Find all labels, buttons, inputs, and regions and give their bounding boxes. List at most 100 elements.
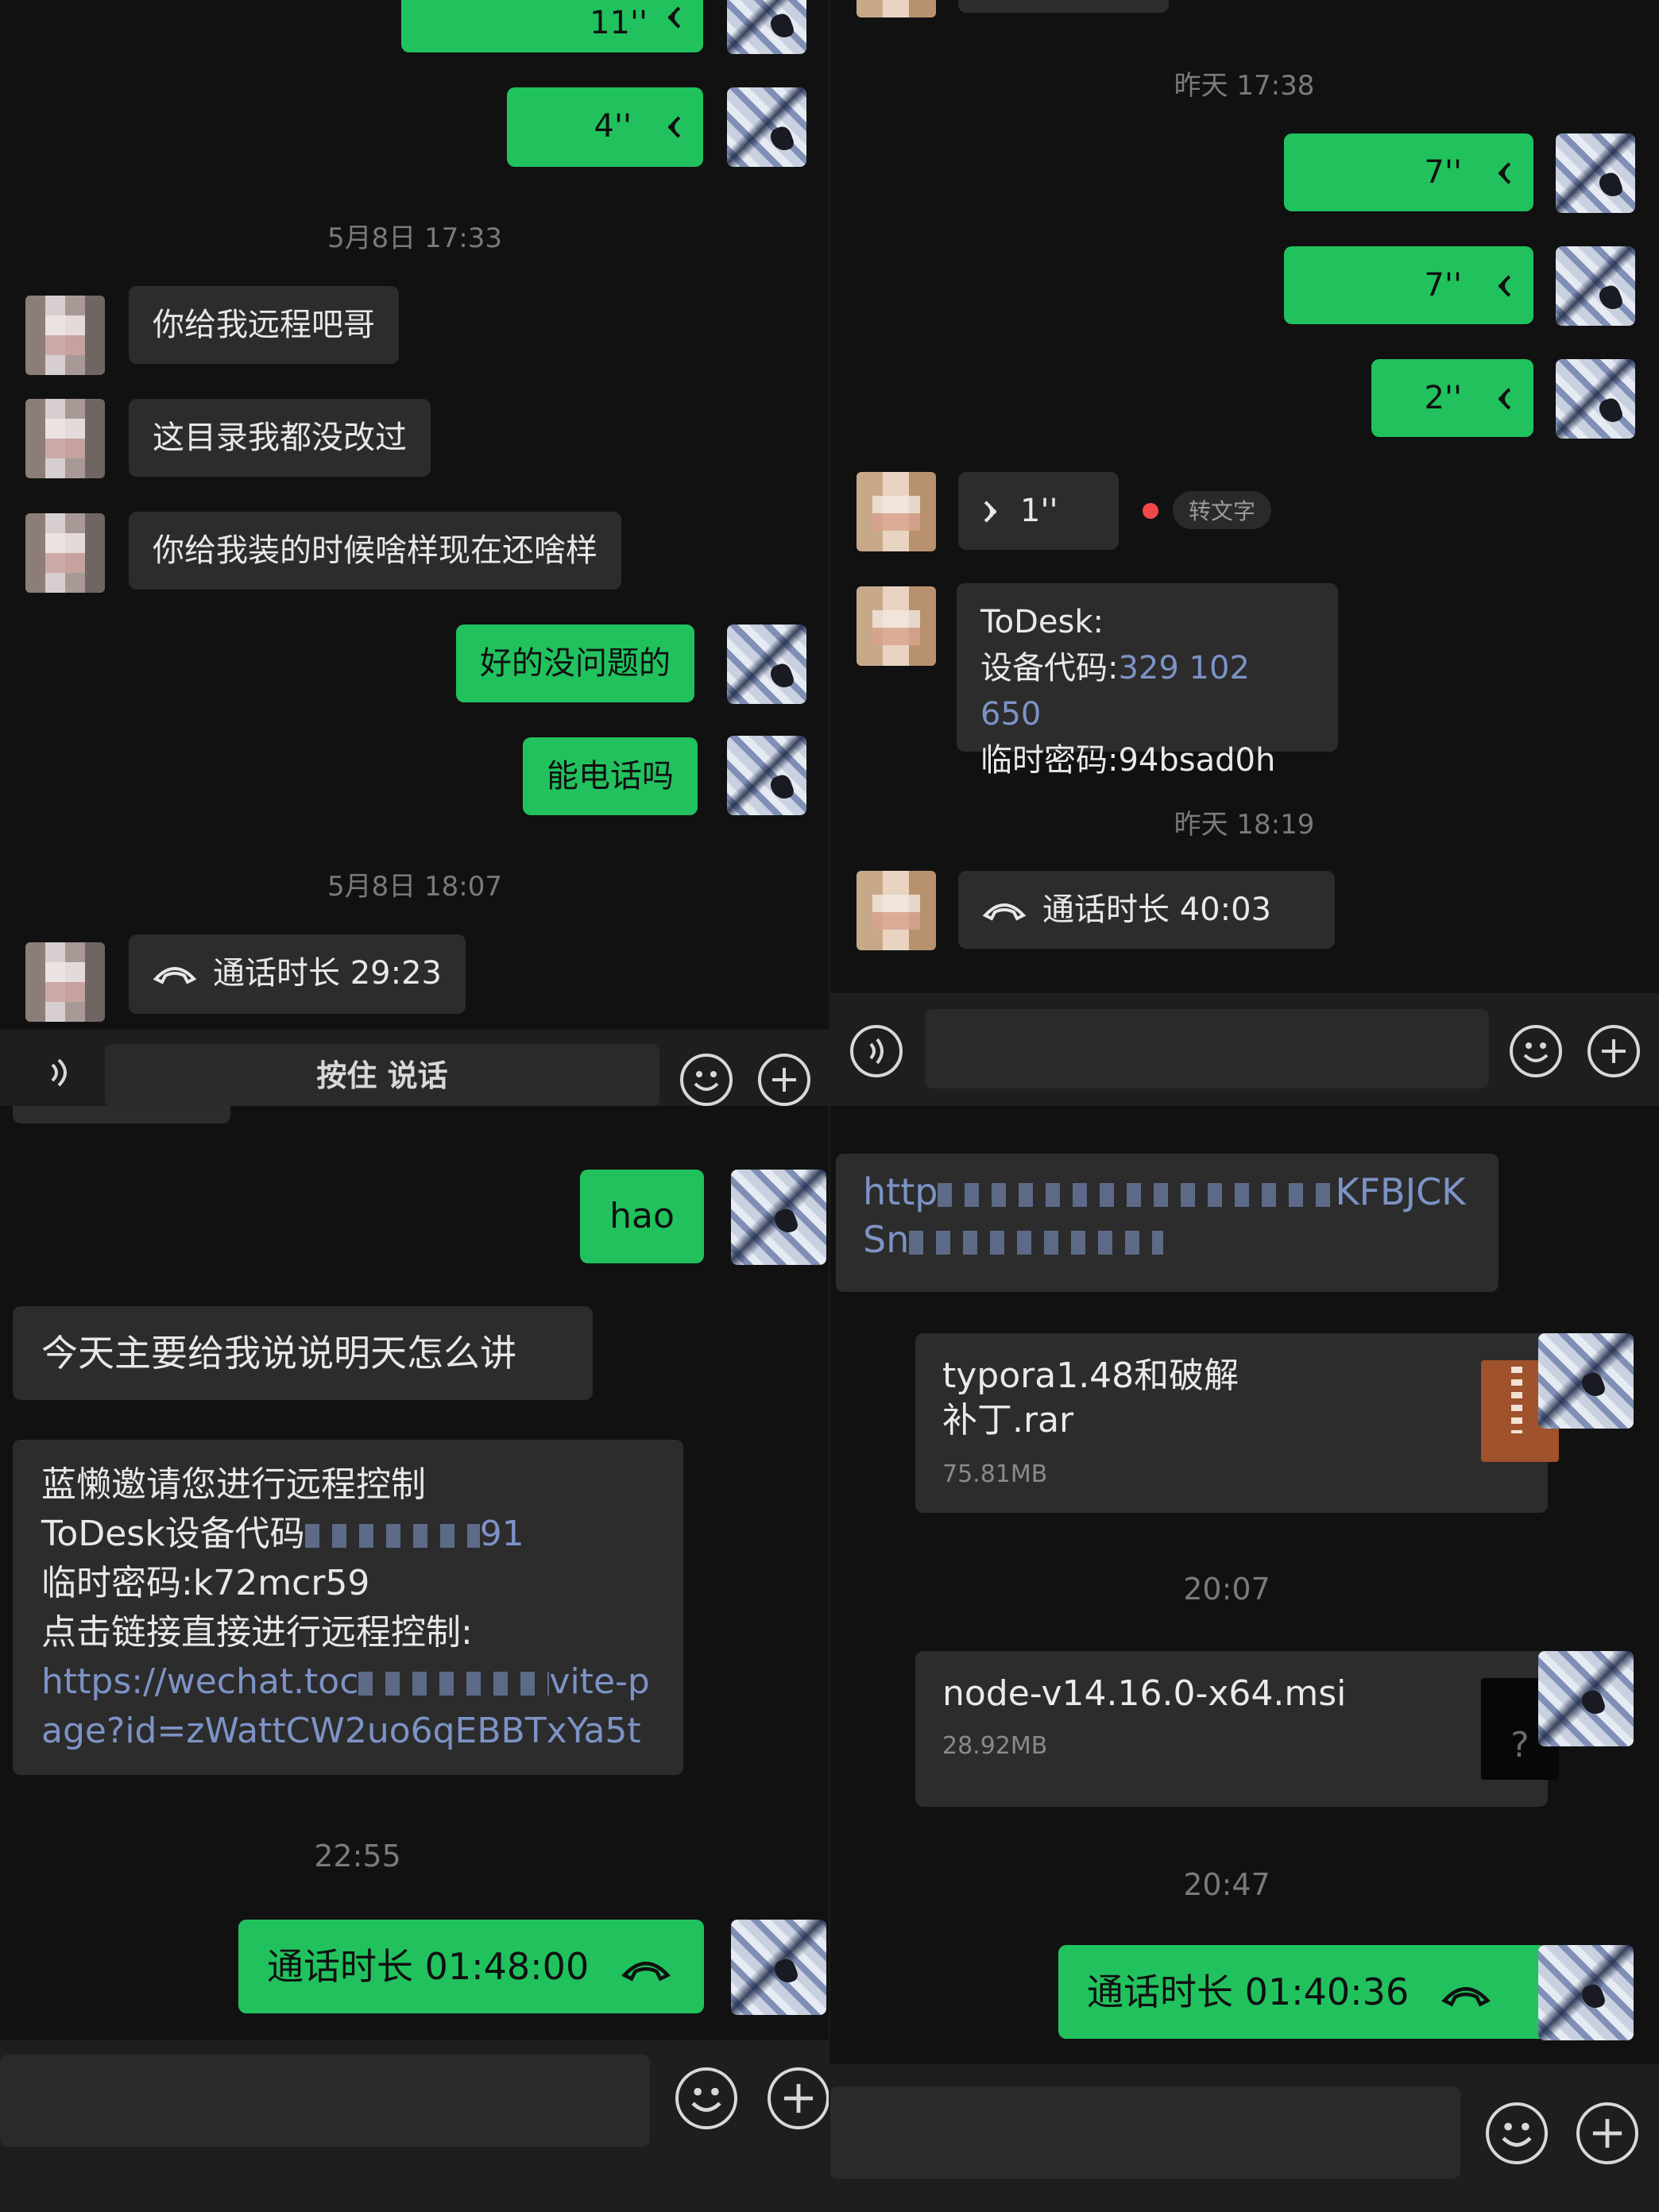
voice-message-in[interactable]: 1'' xyxy=(958,472,1119,550)
call-record-out[interactable]: 通话时长 01:48:00 xyxy=(238,1920,704,2013)
contact-avatar[interactable] xyxy=(857,472,936,551)
voice-duration: 11'' xyxy=(590,5,648,41)
voice-toggle-icon[interactable] xyxy=(41,1054,81,1096)
message-in[interactable] xyxy=(958,0,1169,13)
redacted-block xyxy=(938,1182,1336,1207)
convert-to-text-button[interactable]: 转文字 xyxy=(1173,491,1272,529)
call-duration: 通话时长 40:03 xyxy=(1042,891,1271,928)
hold-to-talk-button[interactable]: 按住 说话 xyxy=(105,1044,659,1106)
timestamp: 5月8日 17:33 xyxy=(327,222,503,254)
invite-line: 临时密码:k72mcr59 xyxy=(41,1563,370,1603)
message-input[interactable] xyxy=(0,2055,650,2147)
voice-wave-icon xyxy=(980,494,1004,540)
timestamp: 20:07 xyxy=(1183,1572,1270,1607)
redacted-block xyxy=(304,1524,480,1548)
message-in[interactable]: 这目录我都没改过 xyxy=(129,399,431,477)
message-in[interactable]: 你给我远程吧哥 xyxy=(129,286,399,364)
voice-wave-icon xyxy=(1491,269,1514,315)
voice-message-out[interactable]: 7'' xyxy=(1284,246,1533,324)
my-avatar[interactable] xyxy=(1556,359,1635,439)
file-name: node-v14.16.0-x64.msi xyxy=(942,1673,1347,1714)
plus-icon[interactable] xyxy=(1576,2102,1638,2164)
phone-hangup-icon xyxy=(1440,1948,1492,2042)
voice-message-out[interactable]: 4'' xyxy=(507,87,703,167)
contact-avatar[interactable] xyxy=(857,586,936,666)
invite-link[interactable]: age?id=zWattCW2uo6qEBBTxYa5t xyxy=(41,1707,655,1756)
message-input[interactable] xyxy=(830,2086,1460,2179)
link-line[interactable]: Sn xyxy=(863,1216,1471,1263)
message-in[interactable] xyxy=(13,1106,230,1123)
message-text: 你给我远程吧哥 xyxy=(153,307,375,343)
plus-icon[interactable] xyxy=(758,1054,810,1106)
call-record-out[interactable]: 通话时长 01:40:36 xyxy=(1058,1945,1548,2039)
file-message-out[interactable]: typora1.48和破解 补丁.rar 75.81MB xyxy=(915,1333,1559,1513)
message-in[interactable]: 你给我装的时候啥样现在还啥样 xyxy=(129,512,621,590)
my-avatar[interactable] xyxy=(727,0,806,54)
my-avatar[interactable] xyxy=(1556,133,1635,213)
timestamp: 昨天 18:19 xyxy=(1174,809,1315,841)
redacted-block xyxy=(358,1672,550,1696)
todesk-code-line: 设备代码:329 102 650 xyxy=(980,645,1314,737)
message-out[interactable]: hao xyxy=(580,1170,704,1263)
voice-message-out[interactable]: 11'' xyxy=(401,0,703,52)
call-record-in[interactable]: 通话时长 29:23 xyxy=(129,934,466,1014)
message-in[interactable]: ToDesk: 设备代码:329 102 650 临时密码:94bsad0h xyxy=(957,583,1338,779)
invite-line: 蓝懒邀请您进行远程控制 xyxy=(41,1464,426,1505)
my-avatar[interactable] xyxy=(1556,246,1635,326)
contact-avatar[interactable] xyxy=(25,399,105,478)
phone-hangup-icon xyxy=(982,888,1027,934)
my-avatar[interactable] xyxy=(731,1170,826,1265)
code-label: 设备代码: xyxy=(980,650,1119,686)
message-out[interactable]: 能电话吗 xyxy=(523,737,698,815)
call-record-in[interactable]: 通话时长 40:03 xyxy=(958,871,1335,949)
link-part: http xyxy=(863,1170,938,1213)
link-line[interactable]: http KFBJCK xyxy=(863,1168,1471,1216)
emoji-icon[interactable] xyxy=(675,2067,737,2129)
timestamp: 20:47 xyxy=(1183,1867,1270,1902)
my-avatar[interactable] xyxy=(731,1920,826,2015)
my-avatar[interactable] xyxy=(727,625,806,704)
link-message-in[interactable]: http KFBJCK Sn xyxy=(836,1154,1499,1292)
panel-divider xyxy=(829,0,830,2212)
input-bar xyxy=(830,993,1659,1106)
emoji-icon[interactable] xyxy=(680,1054,733,1106)
contact-avatar[interactable] xyxy=(25,513,105,593)
invite-line: 点击链接直接进行远程控制: xyxy=(41,1612,473,1653)
link-part: Sn xyxy=(863,1218,910,1261)
voice-message-out[interactable]: 2'' xyxy=(1371,359,1533,437)
message-in[interactable]: 蓝懒邀请您进行远程控制 ToDesk设备代码 91 临时密码:k72mcr59 点… xyxy=(13,1440,683,1775)
voice-duration: 7'' xyxy=(1424,154,1462,191)
contact-avatar[interactable] xyxy=(25,296,105,375)
my-avatar[interactable] xyxy=(727,87,806,167)
plus-icon[interactable] xyxy=(768,2067,830,2129)
plus-icon[interactable] xyxy=(1587,1025,1640,1077)
emoji-icon[interactable] xyxy=(1486,2102,1548,2164)
message-text: hao xyxy=(609,1196,675,1236)
voice-message-out[interactable]: 7'' xyxy=(1284,133,1533,211)
timestamp: 昨天 17:38 xyxy=(1174,70,1315,102)
voice-toggle-icon[interactable] xyxy=(850,1025,903,1077)
my-avatar[interactable] xyxy=(1538,1651,1634,1746)
chat-panel-bottom-right: http KFBJCK Sn typora1.48和破解 补丁.rar 75.81… xyxy=(830,1106,1659,2212)
contact-avatar[interactable] xyxy=(857,0,936,17)
link-part: KFBJCK xyxy=(1335,1170,1466,1213)
file-size: 28.92MB xyxy=(942,1732,1048,1760)
contact-avatar[interactable] xyxy=(25,942,105,1022)
link-part: vite-p xyxy=(549,1661,650,1702)
emoji-icon[interactable] xyxy=(1510,1025,1562,1077)
my-avatar[interactable] xyxy=(727,736,806,815)
message-text: 好的没问题的 xyxy=(480,645,671,682)
message-in[interactable]: 今天主要给我说说明天怎么讲 xyxy=(13,1306,593,1400)
message-out[interactable]: 好的没问题的 xyxy=(456,625,694,702)
invite-link[interactable]: https://wechat.toc vite-p xyxy=(41,1657,655,1707)
file-message-out[interactable]: node-v14.16.0-x64.msi 28.92MB ? xyxy=(915,1651,1559,1807)
contact-avatar[interactable] xyxy=(857,871,936,950)
todesk-password: 临时密码:94bsad0h xyxy=(980,742,1276,779)
voice-duration: 1'' xyxy=(1020,493,1058,529)
my-avatar[interactable] xyxy=(1538,1333,1634,1429)
message-input[interactable] xyxy=(925,1009,1489,1089)
message-text: 你给我装的时候啥样现在还啥样 xyxy=(153,532,597,569)
voice-wave-icon xyxy=(1491,156,1514,202)
my-avatar[interactable] xyxy=(1538,1945,1634,2040)
file-size: 75.81MB xyxy=(942,1460,1048,1488)
